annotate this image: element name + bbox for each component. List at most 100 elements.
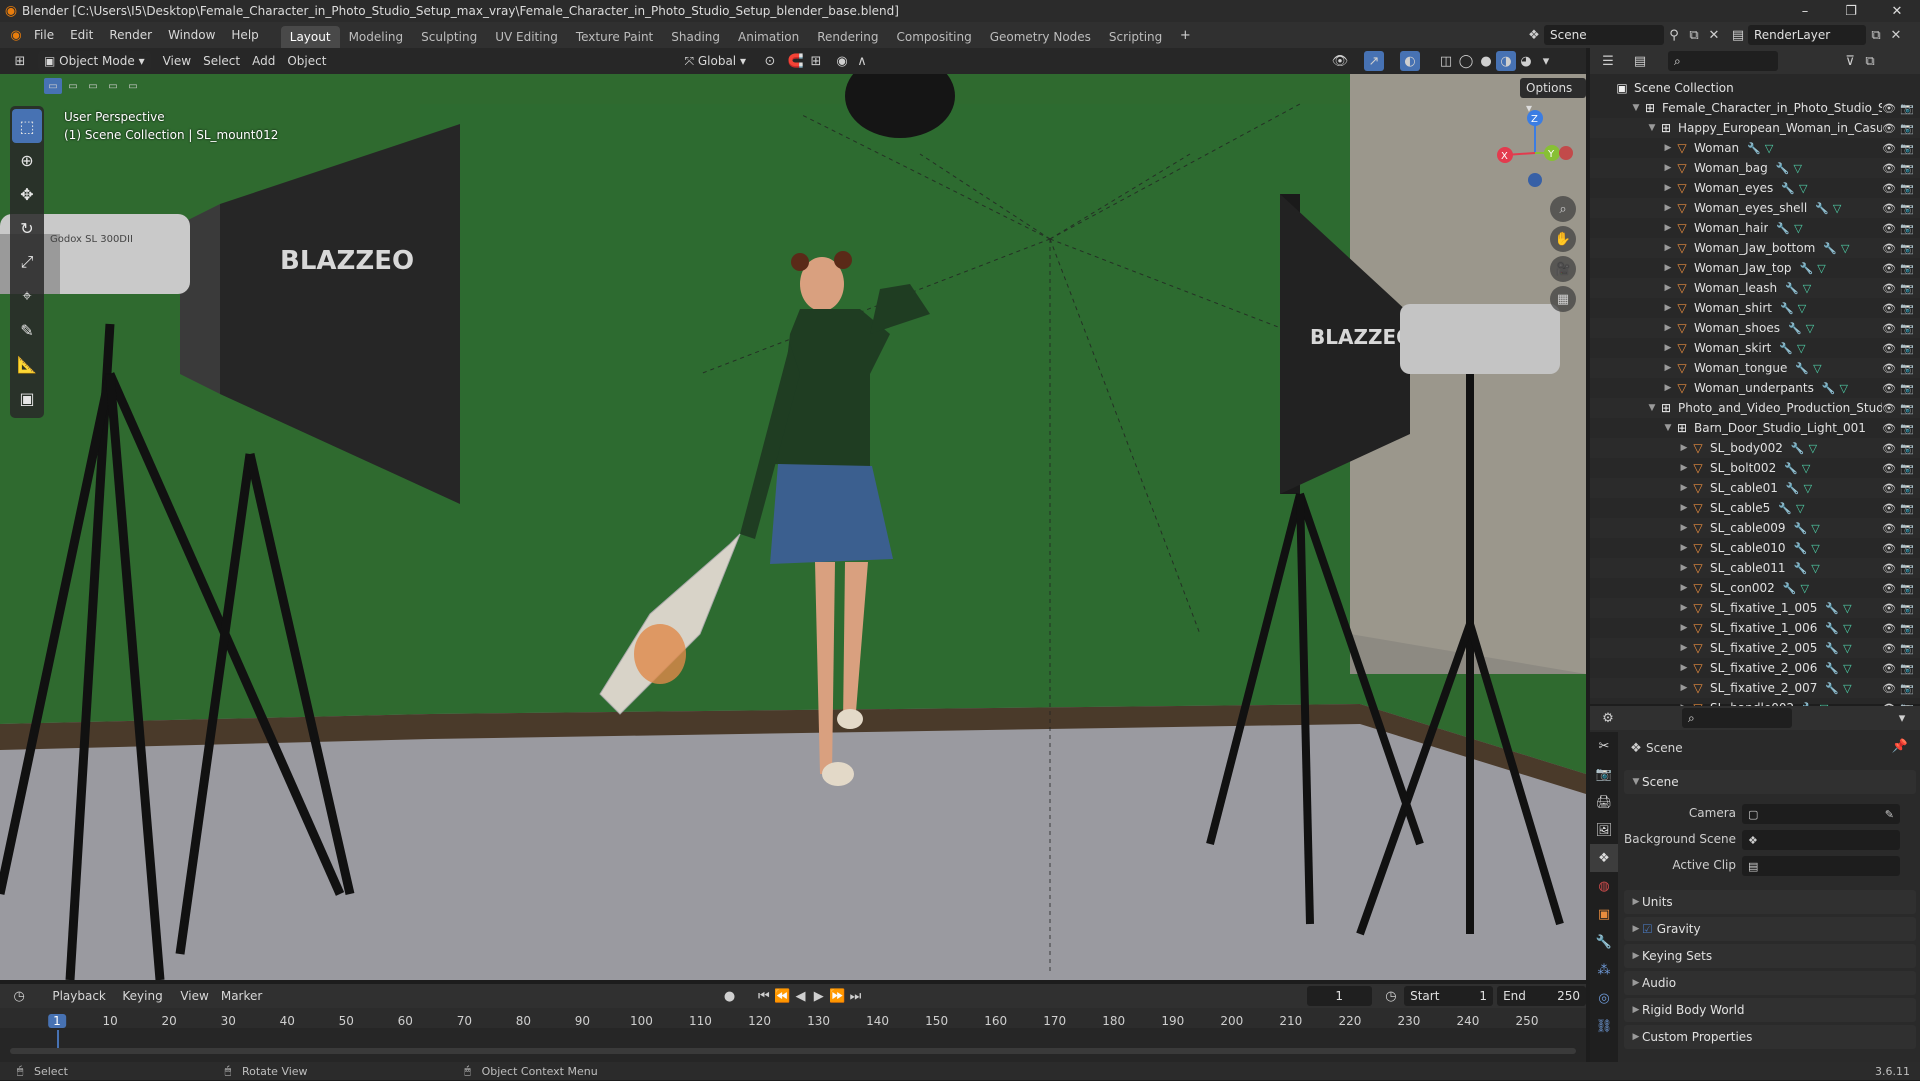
- marker-menu[interactable]: Marker: [215, 986, 268, 1006]
- render-visibility-icon[interactable]: 📷: [1900, 602, 1914, 615]
- mesh-data-icon[interactable]: ▽: [1798, 302, 1806, 315]
- wireframe-shading-icon[interactable]: ◯: [1456, 51, 1476, 71]
- outliner-object-row[interactable]: ▶ ▽ Woman_shoes 🔧 ▽ 👁 📷: [1590, 318, 1920, 338]
- outliner-object-row[interactable]: ▶ ▽ SL_fixative_2_007 🔧 ▽ 👁 📷: [1590, 678, 1920, 698]
- outliner-object-row[interactable]: ▶ ▽ SL_cable010 🔧 ▽ 👁 📷: [1590, 538, 1920, 558]
- visibility-eye-icon[interactable]: 👁: [1882, 202, 1896, 215]
- cursor-tool-icon[interactable]: ⊕: [10, 143, 44, 177]
- menu-window[interactable]: Window: [160, 22, 223, 48]
- mesh-data-icon[interactable]: ▽: [1843, 622, 1851, 635]
- collapse-arrow-icon[interactable]: ▼: [1662, 423, 1674, 433]
- render-visibility-icon[interactable]: 📷: [1900, 142, 1914, 155]
- physics-tab-icon[interactable]: ◎: [1590, 984, 1618, 1012]
- render-visibility-icon[interactable]: 📷: [1900, 322, 1914, 335]
- next-keyframe-icon[interactable]: ⏩: [828, 986, 846, 1006]
- outliner-object-row[interactable]: ▶ ▽ SL_cable5 🔧 ▽ 👁 📷: [1590, 498, 1920, 518]
- render-visibility-icon[interactable]: 📷: [1900, 302, 1914, 315]
- gizmo-toggle-icon[interactable]: ↗: [1364, 51, 1384, 71]
- expand-arrow-icon[interactable]: ▶: [1662, 363, 1674, 373]
- snap-target-icon[interactable]: ⊞: [806, 51, 826, 71]
- render-visibility-icon[interactable]: 📷: [1900, 222, 1914, 235]
- outliner-object-row[interactable]: ▶ ▽ Woman_bag 🔧 ▽ 👁 📷: [1590, 158, 1920, 178]
- menu-edit[interactable]: Edit: [62, 22, 101, 48]
- modifier-icon[interactable]: 🔧: [1785, 282, 1799, 295]
- visibility-eye-icon[interactable]: 👁: [1882, 122, 1896, 135]
- measure-tool-icon[interactable]: 📐: [10, 347, 44, 381]
- expand-arrow-icon[interactable]: ▶: [1662, 263, 1674, 273]
- modifier-icon[interactable]: 🔧: [1783, 582, 1797, 595]
- timeline-view-menu[interactable]: View: [174, 986, 214, 1006]
- visibility-eye-icon[interactable]: 👁: [1882, 502, 1896, 515]
- expand-arrow-icon[interactable]: ▶: [1678, 663, 1690, 673]
- section-gravity[interactable]: ▶ ☑ Gravity: [1624, 917, 1916, 941]
- mesh-data-icon[interactable]: ▽: [1796, 502, 1804, 515]
- gravity-checkbox[interactable]: ☑: [1642, 922, 1653, 936]
- render-visibility-icon[interactable]: 📷: [1900, 202, 1914, 215]
- workspace-tab-animation[interactable]: Animation: [729, 26, 808, 48]
- expand-arrow-icon[interactable]: ▶: [1662, 323, 1674, 333]
- select-new-icon[interactable]: ▭: [44, 78, 62, 94]
- pin-icon[interactable]: ⚲: [1664, 25, 1684, 45]
- render-visibility-icon[interactable]: 📷: [1900, 102, 1914, 115]
- mesh-data-icon[interactable]: ▽: [1843, 662, 1851, 675]
- modifier-icon[interactable]: 🔧: [1823, 242, 1837, 255]
- expand-arrow-icon[interactable]: ▶: [1662, 143, 1674, 153]
- jump-end-icon[interactable]: ⏭: [846, 986, 864, 1006]
- play-icon[interactable]: ▶: [810, 986, 828, 1006]
- modifier-icon[interactable]: 🔧: [1825, 662, 1839, 675]
- render-visibility-icon[interactable]: 📷: [1900, 442, 1914, 455]
- visibility-eye-icon[interactable]: 👁: [1882, 642, 1896, 655]
- render-visibility-icon[interactable]: 📷: [1900, 382, 1914, 395]
- render-visibility-icon[interactable]: 📷: [1900, 502, 1914, 515]
- preview-range-icon[interactable]: ◷: [1382, 986, 1400, 1006]
- modifier-icon[interactable]: 🔧: [1780, 302, 1794, 315]
- mesh-data-icon[interactable]: ▽: [1797, 342, 1805, 355]
- select-box-tool-icon[interactable]: ⬚: [12, 109, 42, 143]
- end-frame-field[interactable]: End 250: [1497, 986, 1587, 1006]
- minimize-button[interactable]: –: [1782, 0, 1828, 22]
- ortho-grid-icon[interactable]: ▦: [1550, 286, 1576, 312]
- playback-menu[interactable]: Playback ▾: [46, 986, 116, 1023]
- expand-arrow-icon[interactable]: ▶: [1678, 463, 1690, 473]
- timeline-editor-icon[interactable]: ◷: [10, 986, 28, 1006]
- workspace-tab-modeling[interactable]: Modeling: [340, 26, 413, 48]
- rotate-tool-icon[interactable]: ↻: [10, 211, 44, 245]
- outliner-object-row[interactable]: ▶ ▽ Woman_leash 🔧 ▽ 👁 📷: [1590, 278, 1920, 298]
- outliner-object-row[interactable]: ▶ ▽ SL_bolt002 🔧 ▽ 👁 📷: [1590, 458, 1920, 478]
- scene-tab-icon[interactable]: ❖: [1590, 844, 1618, 872]
- new-scene-icon[interactable]: ⧉: [1684, 25, 1704, 45]
- visibility-eye-icon[interactable]: 👁: [1882, 282, 1896, 295]
- visibility-eye-icon[interactable]: 👁: [1882, 402, 1896, 415]
- scene-selector[interactable]: Scene: [1544, 25, 1664, 45]
- annotate-tool-icon[interactable]: ✎: [10, 313, 44, 347]
- outliner-object-row[interactable]: ▶ ▽ SL_fixative_2_006 🔧 ▽ 👁 📷: [1590, 658, 1920, 678]
- view-layer-tab-icon[interactable]: 🖼: [1590, 816, 1618, 844]
- modifier-icon[interactable]: 🔧: [1776, 222, 1790, 235]
- modifier-icon[interactable]: 🔧: [1822, 382, 1836, 395]
- add-workspace-icon[interactable]: +: [1175, 25, 1195, 45]
- transform-orientation-dropdown[interactable]: ⤧ Global ▾: [678, 51, 752, 71]
- visibility-eye-icon[interactable]: 👁: [1882, 342, 1896, 355]
- view-menu[interactable]: View: [157, 51, 197, 71]
- expand-arrow-icon[interactable]: ▶: [1662, 163, 1674, 173]
- render-visibility-icon[interactable]: 📷: [1900, 162, 1914, 175]
- modifier-icon[interactable]: 🔧: [1784, 462, 1798, 475]
- section-custom-properties[interactable]: ▶ Custom Properties: [1624, 1025, 1916, 1049]
- view-layer-icon[interactable]: ▤: [1728, 25, 1748, 45]
- modifier-tab-icon[interactable]: 🔧: [1590, 928, 1618, 956]
- outliner-object-row[interactable]: ▶ ▽ Woman_hair 🔧 ▽ 👁 📷: [1590, 218, 1920, 238]
- select-extend-icon[interactable]: ▭: [64, 78, 82, 94]
- mesh-data-icon[interactable]: ▽: [1833, 202, 1841, 215]
- delete-scene-icon[interactable]: ✕: [1704, 25, 1724, 45]
- expand-arrow-icon[interactable]: ▶: [1662, 383, 1674, 393]
- outliner-object-row[interactable]: ▶ ▽ Woman_Jaw_top 🔧 ▽ 👁 📷: [1590, 258, 1920, 278]
- scene-panel-header[interactable]: ▼ Scene: [1624, 770, 1916, 794]
- mesh-data-icon[interactable]: ▽: [1800, 582, 1808, 595]
- workspace-tab-compositing[interactable]: Compositing: [887, 26, 980, 48]
- expand-arrow-icon[interactable]: ▶: [1662, 183, 1674, 193]
- expand-arrow-icon[interactable]: ▶: [1678, 443, 1690, 453]
- snap-icon[interactable]: 🧲: [786, 51, 806, 71]
- visibility-eye-icon[interactable]: 👁: [1882, 102, 1896, 115]
- outliner-object-row[interactable]: ▶ ▽ Woman_shirt 🔧 ▽ 👁 📷: [1590, 298, 1920, 318]
- mesh-data-icon[interactable]: ▽: [1843, 682, 1851, 695]
